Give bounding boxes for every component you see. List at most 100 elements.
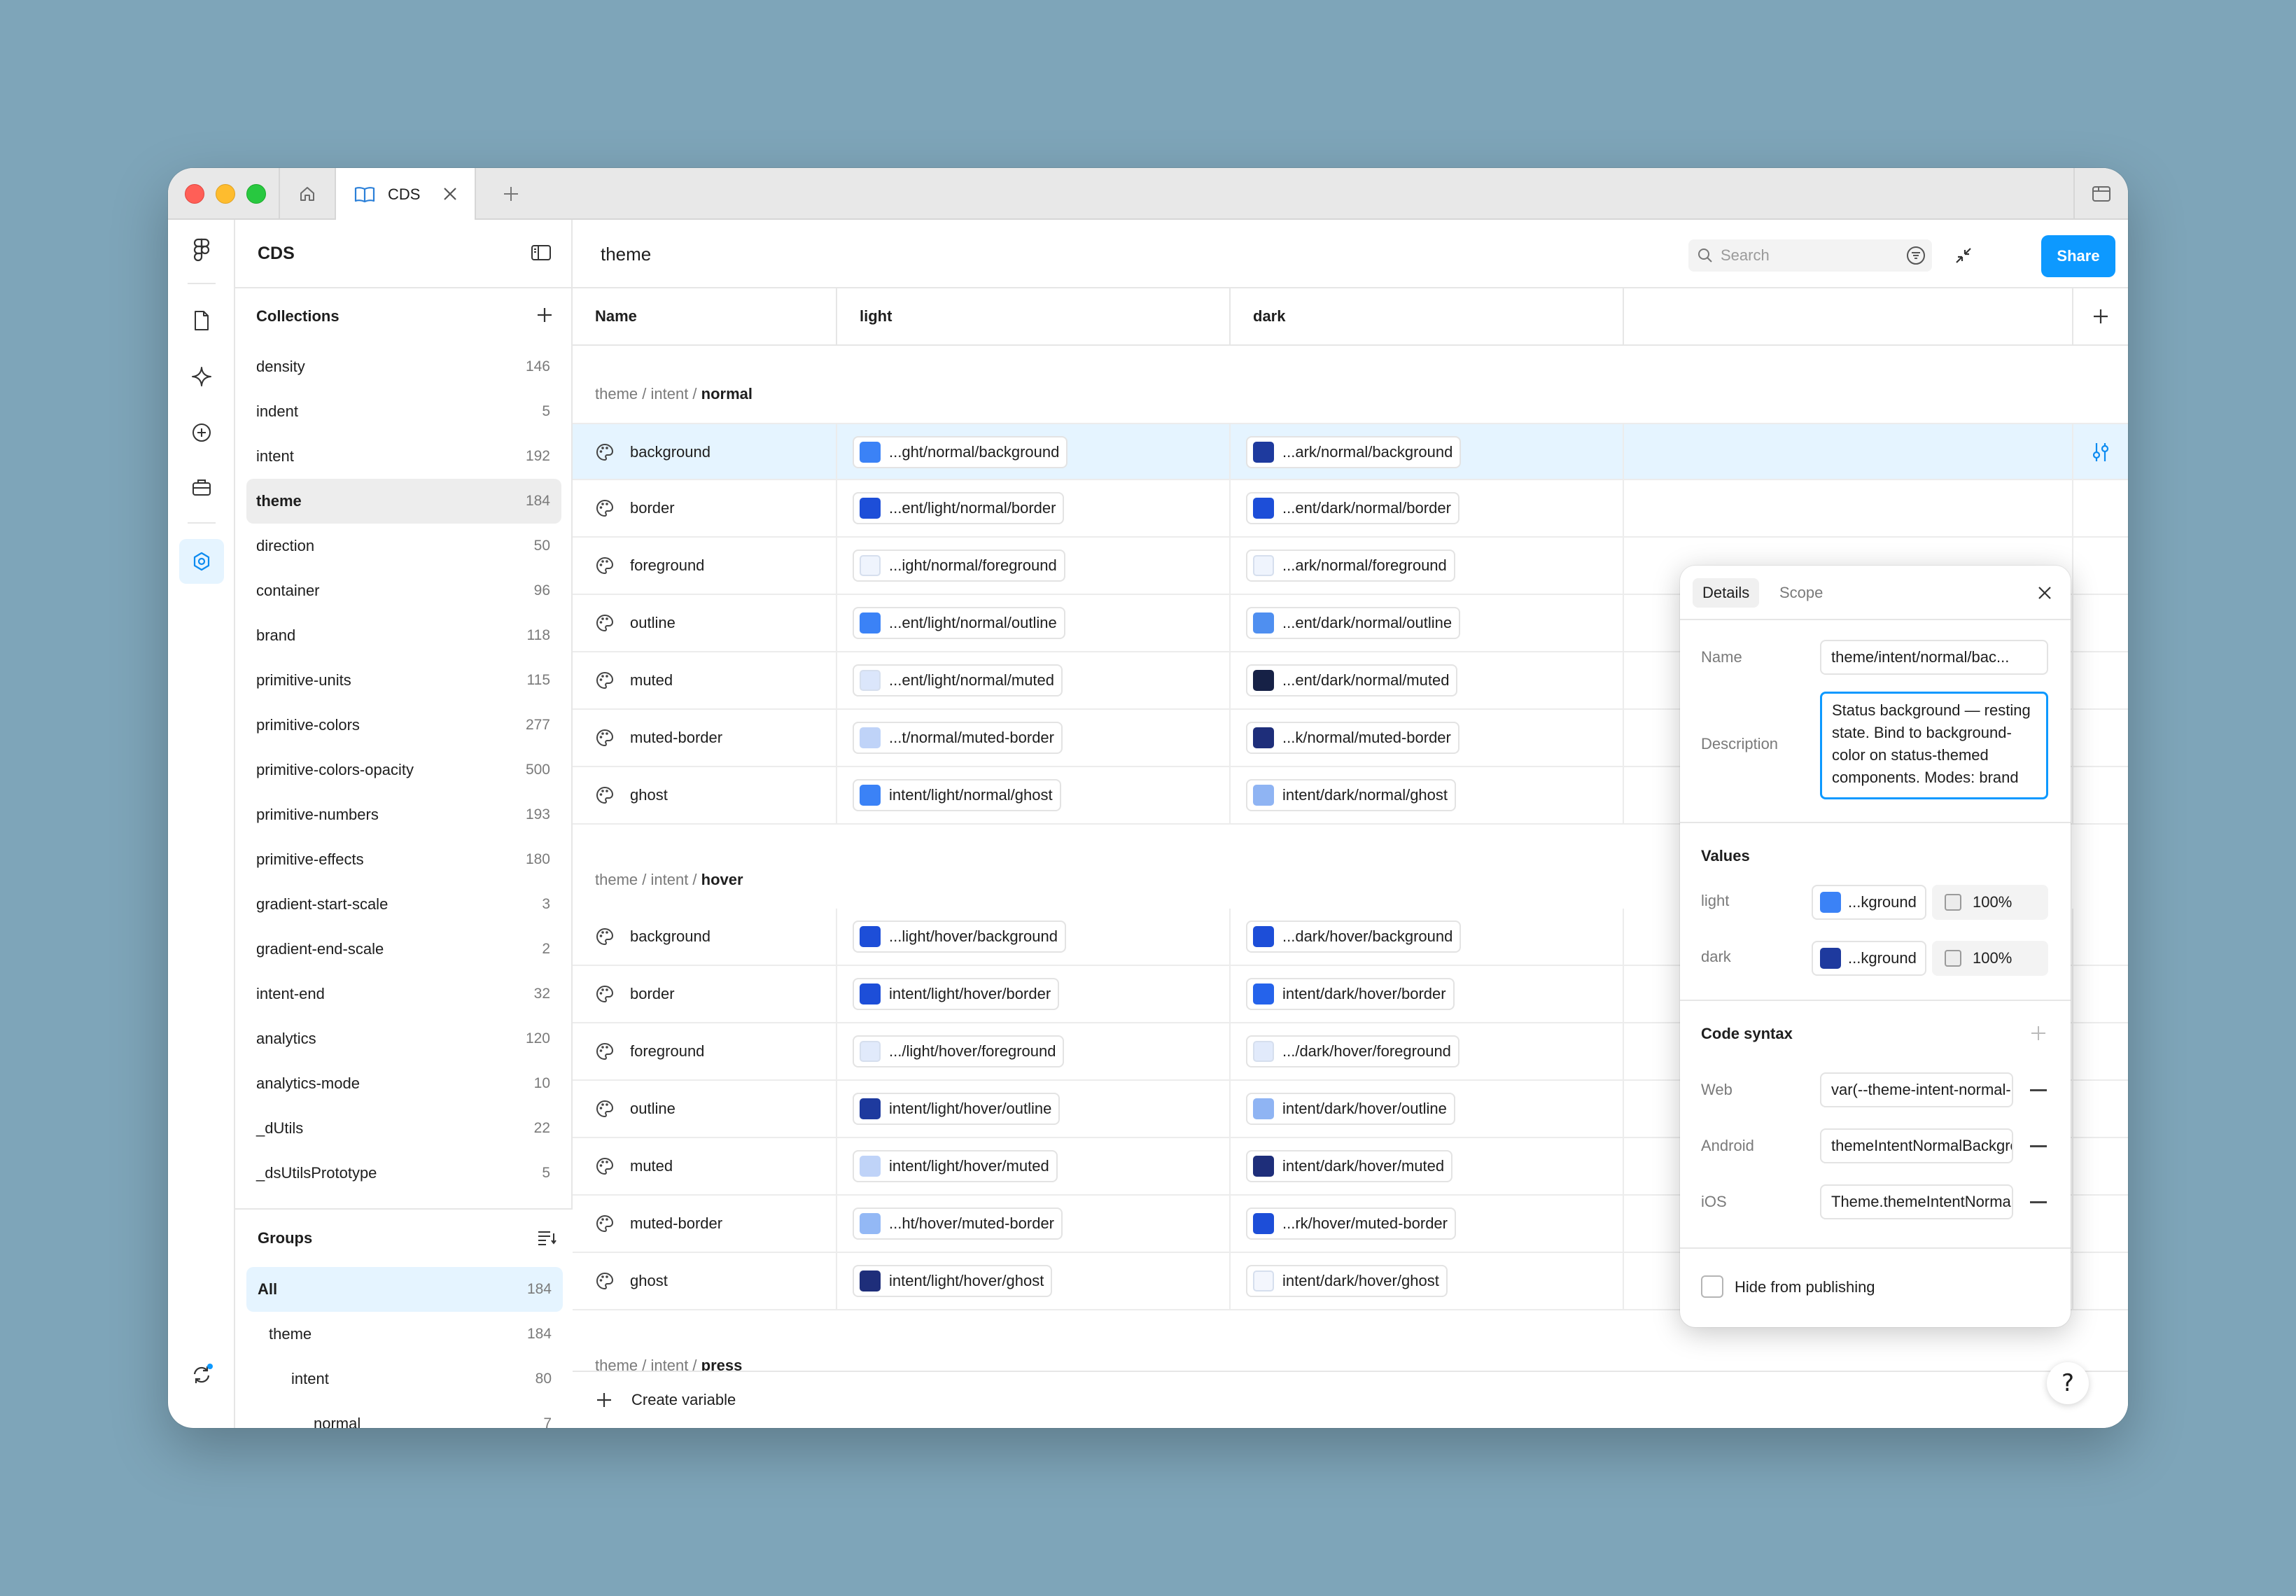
row-settings-cell[interactable] [2073, 595, 2128, 651]
remove-android-syntax-icon[interactable] [2030, 1145, 2047, 1147]
figma-logo-button[interactable] [179, 228, 224, 273]
column-header-light[interactable]: light [837, 288, 1231, 344]
alias-chip[interactable]: intent/dark/hover/border [1246, 978, 1455, 1010]
rail-ai-button[interactable] [179, 354, 224, 399]
dark-value-cell[interactable]: intent/dark/hover/border [1231, 966, 1624, 1022]
variable-name-cell[interactable]: muted-border [573, 1196, 837, 1252]
remove-web-syntax-icon[interactable] [2030, 1089, 2047, 1091]
alias-chip[interactable]: intent/dark/hover/ghost [1246, 1265, 1448, 1297]
opacity-field[interactable]: 100% [1932, 885, 2048, 920]
filter-icon[interactable] [1905, 245, 1926, 266]
alias-chip[interactable]: intent/dark/hover/outline [1246, 1093, 1455, 1125]
row-settings-cell[interactable] [2073, 538, 2128, 594]
alias-chip[interactable]: ...ent/dark/normal/border [1246, 492, 1460, 524]
collection-item[interactable]: gradient-start-scale 3 [246, 882, 561, 927]
rail-toolbox-button[interactable] [179, 465, 224, 510]
add-mode-button[interactable] [2072, 288, 2128, 344]
dark-value-cell[interactable]: .../dark/hover/foreground [1231, 1023, 1624, 1079]
close-tab-icon[interactable] [441, 185, 459, 203]
row-settings-cell[interactable] [2073, 1196, 2128, 1252]
collection-item[interactable]: intent-end 32 [246, 972, 561, 1016]
sliders-icon[interactable] [2090, 441, 2111, 463]
row-settings-cell[interactable] [2073, 1138, 2128, 1194]
dark-value-cell[interactable]: ...dark/hover/background [1231, 909, 1624, 965]
collection-item[interactable]: density 146 [246, 344, 561, 389]
variable-name-cell[interactable]: border [573, 966, 837, 1022]
dark-value-cell[interactable]: ...ark/normal/background [1231, 424, 1624, 480]
alias-chip[interactable]: .../dark/hover/foreground [1246, 1035, 1460, 1068]
alias-chip[interactable]: ...ght/normal/background [853, 436, 1068, 468]
alias-chip[interactable]: ...light/hover/background [853, 920, 1066, 953]
row-settings-cell[interactable] [2073, 1253, 2128, 1309]
rail-files-button[interactable] [179, 298, 224, 343]
create-variable-button[interactable]: Create variable [573, 1371, 2128, 1428]
variable-name-cell[interactable]: background [573, 909, 837, 965]
dark-value-cell[interactable]: ...ent/dark/normal/muted [1231, 652, 1624, 708]
search-input[interactable]: Search [1688, 239, 1932, 272]
hide-from-publishing-checkbox[interactable] [1701, 1275, 1723, 1298]
collection-item[interactable]: container 96 [246, 568, 561, 613]
alias-chip[interactable]: intent/light/hover/border [853, 978, 1060, 1010]
collapse-view-button[interactable] [1947, 239, 1980, 272]
light-value-cell[interactable]: intent/light/hover/muted [837, 1138, 1231, 1194]
dark-value-cell[interactable]: intent/dark/hover/outline [1231, 1081, 1624, 1137]
row-settings-cell[interactable] [2073, 909, 2128, 965]
collection-item[interactable]: analytics-mode 10 [246, 1061, 561, 1106]
dark-value-cell[interactable]: ...ent/dark/normal/border [1231, 480, 1624, 536]
variable-name-cell[interactable]: foreground [573, 538, 837, 594]
alias-chip[interactable]: ...ight/normal/foreground [853, 550, 1065, 582]
description-field[interactable]: Status background — resting state. Bind … [1820, 692, 2048, 799]
new-tab-button[interactable] [490, 168, 532, 220]
opacity-field[interactable]: 100% [1932, 941, 2048, 976]
tab-cds[interactable]: CDS [336, 168, 475, 221]
alias-chip[interactable]: ...ark/normal/foreground [1246, 550, 1455, 582]
alias-chip[interactable]: ...ent/light/normal/muted [853, 664, 1063, 696]
collection-item[interactable]: indent 5 [246, 389, 561, 434]
alias-chip[interactable]: ...ht/hover/muted-border [853, 1208, 1063, 1240]
rail-add-button[interactable] [179, 410, 224, 455]
dark-value-cell[interactable]: ...ent/dark/normal/outline [1231, 595, 1624, 651]
alias-chip[interactable]: intent/light/hover/muted [853, 1150, 1058, 1182]
dark-value-cell[interactable]: ...ark/normal/foreground [1231, 538, 1624, 594]
android-syntax-field[interactable]: themeIntentNormalBackground [1820, 1128, 2013, 1163]
alias-chip[interactable]: ...ent/dark/normal/muted [1246, 664, 1458, 696]
group-item-theme[interactable]: theme 184 [246, 1312, 563, 1357]
collection-item[interactable]: direction 50 [246, 524, 561, 568]
dark-value-cell[interactable]: ...rk/hover/muted-border [1231, 1196, 1624, 1252]
collection-item[interactable]: gradient-end-scale 2 [246, 927, 561, 972]
row-settings-cell[interactable] [2073, 424, 2128, 480]
close-window-button[interactable] [185, 184, 204, 204]
light-value-cell[interactable]: ...ent/light/normal/outline [837, 595, 1231, 651]
collection-item-selected[interactable]: theme 184 [246, 479, 561, 524]
alias-chip[interactable]: ...ark/normal/background [1246, 436, 1462, 468]
light-value-cell[interactable]: intent/light/hover/border [837, 966, 1231, 1022]
collection-item[interactable]: primitive-units 115 [246, 658, 561, 703]
alias-chip[interactable]: ...k/normal/muted-border [1246, 722, 1460, 754]
light-value-cell[interactable]: ...ht/hover/muted-border [837, 1196, 1231, 1252]
column-header-dark[interactable]: dark [1231, 288, 1624, 344]
row-settings-cell[interactable] [2073, 480, 2128, 536]
collection-item[interactable]: _dUtils 22 [246, 1106, 561, 1151]
alias-chip[interactable]: intent/dark/hover/muted [1246, 1150, 1453, 1182]
close-panel-icon[interactable] [2036, 584, 2054, 602]
group-item-all[interactable]: All 184 [246, 1267, 563, 1312]
row-settings-cell[interactable] [2073, 1081, 2128, 1137]
remove-ios-syntax-icon[interactable] [2030, 1201, 2047, 1203]
tab-details[interactable]: Details [1693, 578, 1760, 608]
table-row[interactable]: background ...ght/normal/background ...ark… [573, 423, 2128, 480]
variable-name-cell[interactable]: outline [573, 1081, 837, 1137]
collection-item[interactable]: brand 118 [246, 613, 561, 658]
row-settings-cell[interactable] [2073, 966, 2128, 1022]
collection-item[interactable]: _dsUtilsPrototype 5 [246, 1151, 561, 1196]
group-sort-icon[interactable] [536, 1229, 557, 1247]
variable-name-cell[interactable]: foreground [573, 1023, 837, 1079]
zoom-window-button[interactable] [246, 184, 266, 204]
alias-chip[interactable]: ...t/normal/muted-border [853, 722, 1063, 754]
tab-scope[interactable]: Scope [1770, 578, 1833, 608]
row-settings-cell[interactable] [2073, 652, 2128, 708]
alias-chip[interactable]: ...rk/hover/muted-border [1246, 1208, 1456, 1240]
add-collection-icon[interactable] [535, 305, 554, 325]
window-layout-button[interactable] [2073, 168, 2128, 220]
share-button[interactable]: Share [2041, 235, 2115, 277]
light-value-cell[interactable]: ...ght/normal/background [837, 424, 1231, 480]
